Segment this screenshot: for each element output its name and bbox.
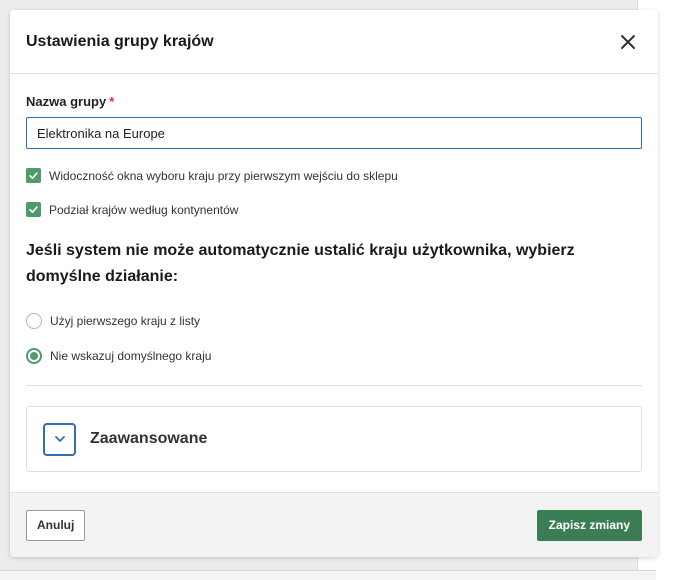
modal-header: Ustawienia grupy krajów xyxy=(10,10,658,74)
modal-body: Nazwa grupy * Widoczność okna wyboru kra… xyxy=(10,74,658,472)
option-label: Podział krajów według kontynentów xyxy=(49,202,239,217)
required-mark: * xyxy=(109,94,115,109)
group-name-label-text: Nazwa grupy xyxy=(26,94,107,109)
advanced-toggle-button[interactable] xyxy=(43,422,76,456)
group-name-input[interactable] xyxy=(26,117,642,149)
option-selector-visibility[interactable]: Widoczność okna wyboru kraju przy pierws… xyxy=(26,168,642,183)
background-footer-strip xyxy=(0,570,656,580)
country-group-settings-modal: Ustawienia grupy krajów Nazwa grupy * Wi… xyxy=(10,10,658,557)
modal-title: Ustawienia grupy krajów xyxy=(26,32,214,50)
checkbox-split-by-continent[interactable] xyxy=(26,202,41,217)
radio-label: Użyj pierwszego kraju z listy xyxy=(50,314,201,328)
check-icon xyxy=(29,172,38,179)
close-icon xyxy=(621,34,635,49)
option-split-by-continent[interactable]: Podział krajów według kontynentów xyxy=(26,202,642,217)
check-icon xyxy=(29,206,38,213)
radio-no-default[interactable] xyxy=(26,348,42,364)
modal-footer: Anuluj Zapisz zmiany xyxy=(10,492,658,557)
group-name-label: Nazwa grupy * xyxy=(26,94,642,109)
radio-label: Nie wskazuj domyślnego kraju xyxy=(50,349,212,363)
save-changes-button[interactable]: Zapisz zmiany xyxy=(536,509,642,541)
radio-option-no-default[interactable]: Nie wskazuj domyślnego kraju xyxy=(26,348,642,364)
cancel-button[interactable]: Anuluj xyxy=(26,509,86,541)
option-label: Widoczność okna wyboru kraju przy pierws… xyxy=(49,168,398,183)
advanced-section[interactable]: Zaawansowane xyxy=(26,406,642,472)
divider xyxy=(26,385,642,386)
close-button[interactable] xyxy=(614,28,642,56)
radio-first-country[interactable] xyxy=(26,313,42,329)
chevron-down-icon xyxy=(54,436,65,442)
advanced-label: Zaawansowane xyxy=(90,430,208,447)
radio-option-first-country[interactable]: Użyj pierwszego kraju z listy xyxy=(26,313,642,329)
checkbox-selector-visibility[interactable] xyxy=(26,168,41,183)
default-action-heading: Jeśli system nie może automatycznie usta… xyxy=(26,242,575,285)
